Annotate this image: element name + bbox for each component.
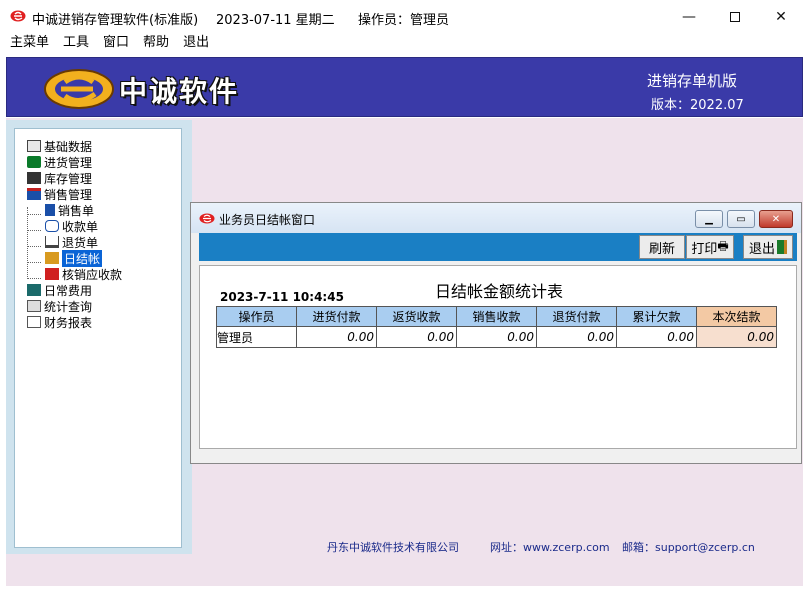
nav-tree: 基础数据 进货管理 库存管理 销售管理 销售单 收款单 退货单 日结帐 核销应收… [14,128,182,548]
table-cell[interactable]: 0.00 [456,326,537,348]
maximize-icon [730,12,740,22]
book-icon [27,140,41,152]
nav-item-inventory[interactable]: 库存管理 [27,170,92,186]
col-return-receipt: 返货收款 [376,306,457,327]
ledger-icon [45,252,59,264]
table-cell[interactable]: 0.00 [376,326,457,348]
child-close-button[interactable]: ✕ [759,210,793,228]
window-logo-icon [199,213,215,224]
menu-help[interactable]: 帮助 [133,34,169,54]
app-title: 中诚进销存管理软件(标准版) [32,13,199,28]
col-refund-payment: 退货付款 [536,306,617,327]
menu-bar: 主菜单 工具 窗口 帮助 退出 [0,34,807,54]
table-cell[interactable]: 0.00 [696,326,777,348]
nav-item-purchase[interactable]: 进货管理 [27,154,92,170]
shop-icon [27,188,41,200]
settlement-table: 操作员 进货付款 返货收款 销售收款 退货付款 累计欠款 本次结款 管理员 0.… [216,306,777,348]
operator-label: 操作员：管理员 [358,13,450,28]
menu-window[interactable]: 窗口 [93,34,129,54]
truck-icon [27,156,41,168]
table-cell[interactable]: 管理员 [216,326,297,348]
table-header-row: 操作员 进货付款 返货收款 销售收款 退货付款 累计欠款 本次结款 [216,306,777,327]
nav-item-receipt[interactable]: 收款单 [45,218,98,234]
calculator-icon [27,284,41,296]
refresh-button[interactable]: 刷新 [639,235,685,259]
nav-item-basic-data[interactable]: 基础数据 [27,138,92,154]
return-icon [45,236,59,248]
print-button[interactable]: 打印 🖶 [686,235,734,259]
nav-item-sales-order[interactable]: 销售单 [45,202,94,218]
child-minimize-button[interactable]: ▁ [695,210,723,228]
nav-item-expenses[interactable]: 日常费用 [27,282,92,298]
menu-tools[interactable]: 工具 [53,34,89,54]
col-accumulated-debt: 累计欠款 [616,306,697,327]
banner: 中诚软件 进销存单机版 版本：2022.07 [6,57,803,117]
child-toolbar: 刷新 打印 🖶 退出 [199,233,797,261]
minimize-icon: — [682,9,696,25]
minimize-icon: ▁ [705,213,713,225]
report-area: 日结帐金额统计表 2023-7-11 10:4:45 操作员 进货付款 返货收款… [199,265,797,449]
footer-email[interactable]: 邮箱：support@zcerp.cn [622,539,755,555]
close-button[interactable]: ✕ [758,4,804,30]
warehouse-icon [27,172,41,184]
close-icon: ✕ [771,213,781,225]
hand-icon [45,220,59,232]
col-purchase-payment: 进货付款 [296,306,377,327]
receipt-icon [45,204,55,216]
exit-button[interactable]: 退出 [743,235,793,259]
table-row[interactable]: 管理员 0.00 0.00 0.00 0.00 0.00 0.00 [216,326,777,348]
nav-item-writeoff[interactable]: 核销应收款 [45,266,122,282]
nav-item-sales[interactable]: 销售管理 [27,186,92,202]
check-icon [45,268,59,280]
col-current-settlement: 本次结款 [696,306,777,327]
app-logo-icon [10,10,26,22]
nav-item-daily-settlement[interactable]: 日结帐 [45,249,103,267]
title-bar: 中诚进销存管理软件(标准版) 2023-07-11 星期二 操作员：管理员 — … [0,0,807,34]
brand-logo-icon [44,69,114,109]
maximize-icon: ▭ [736,213,746,225]
footer-company: 丹东中诚软件技术有限公司 [327,541,459,554]
child-title-bar[interactable]: 业务员日结帐窗口 ▁ ▭ ✕ [191,203,801,233]
daily-settlement-window: 业务员日结帐窗口 ▁ ▭ ✕ 刷新 打印 🖶 退出 日结帐金额统计表 2023-… [190,202,802,464]
report-icon [27,316,41,328]
exit-door-icon [777,240,787,254]
table-cell[interactable]: 0.00 [616,326,697,348]
printer-icon: 🖶 [717,238,729,253]
menu-exit[interactable]: 退出 [173,34,209,54]
table-cell[interactable]: 0.00 [536,326,617,348]
table-cell[interactable]: 0.00 [296,326,377,348]
edition-label: 进销存单机版 [647,72,738,90]
child-window-title: 业务员日结帐窗口 [219,213,316,227]
footer-website[interactable]: 网址：www.zcerp.com [490,539,610,555]
brand-name: 中诚软件 [119,75,240,108]
maximize-button[interactable] [712,4,758,30]
menu-main[interactable]: 主菜单 [0,34,49,54]
close-icon: ✕ [775,9,787,25]
current-date: 2023-07-11 星期二 [216,13,335,28]
col-operator: 操作员 [216,306,297,327]
minimize-button[interactable]: — [666,4,712,30]
report-timestamp: 2023-7-11 10:4:45 [220,290,344,304]
nav-item-statistics[interactable]: 统计查询 [27,298,92,314]
nav-item-returns[interactable]: 退货单 [45,234,98,250]
chart-icon [27,300,41,312]
version-label: 版本：2022.07 [651,98,744,113]
child-maximize-button[interactable]: ▭ [727,210,755,228]
nav-item-reports[interactable]: 财务报表 [27,314,92,330]
col-sales-receipt: 销售收款 [456,306,537,327]
